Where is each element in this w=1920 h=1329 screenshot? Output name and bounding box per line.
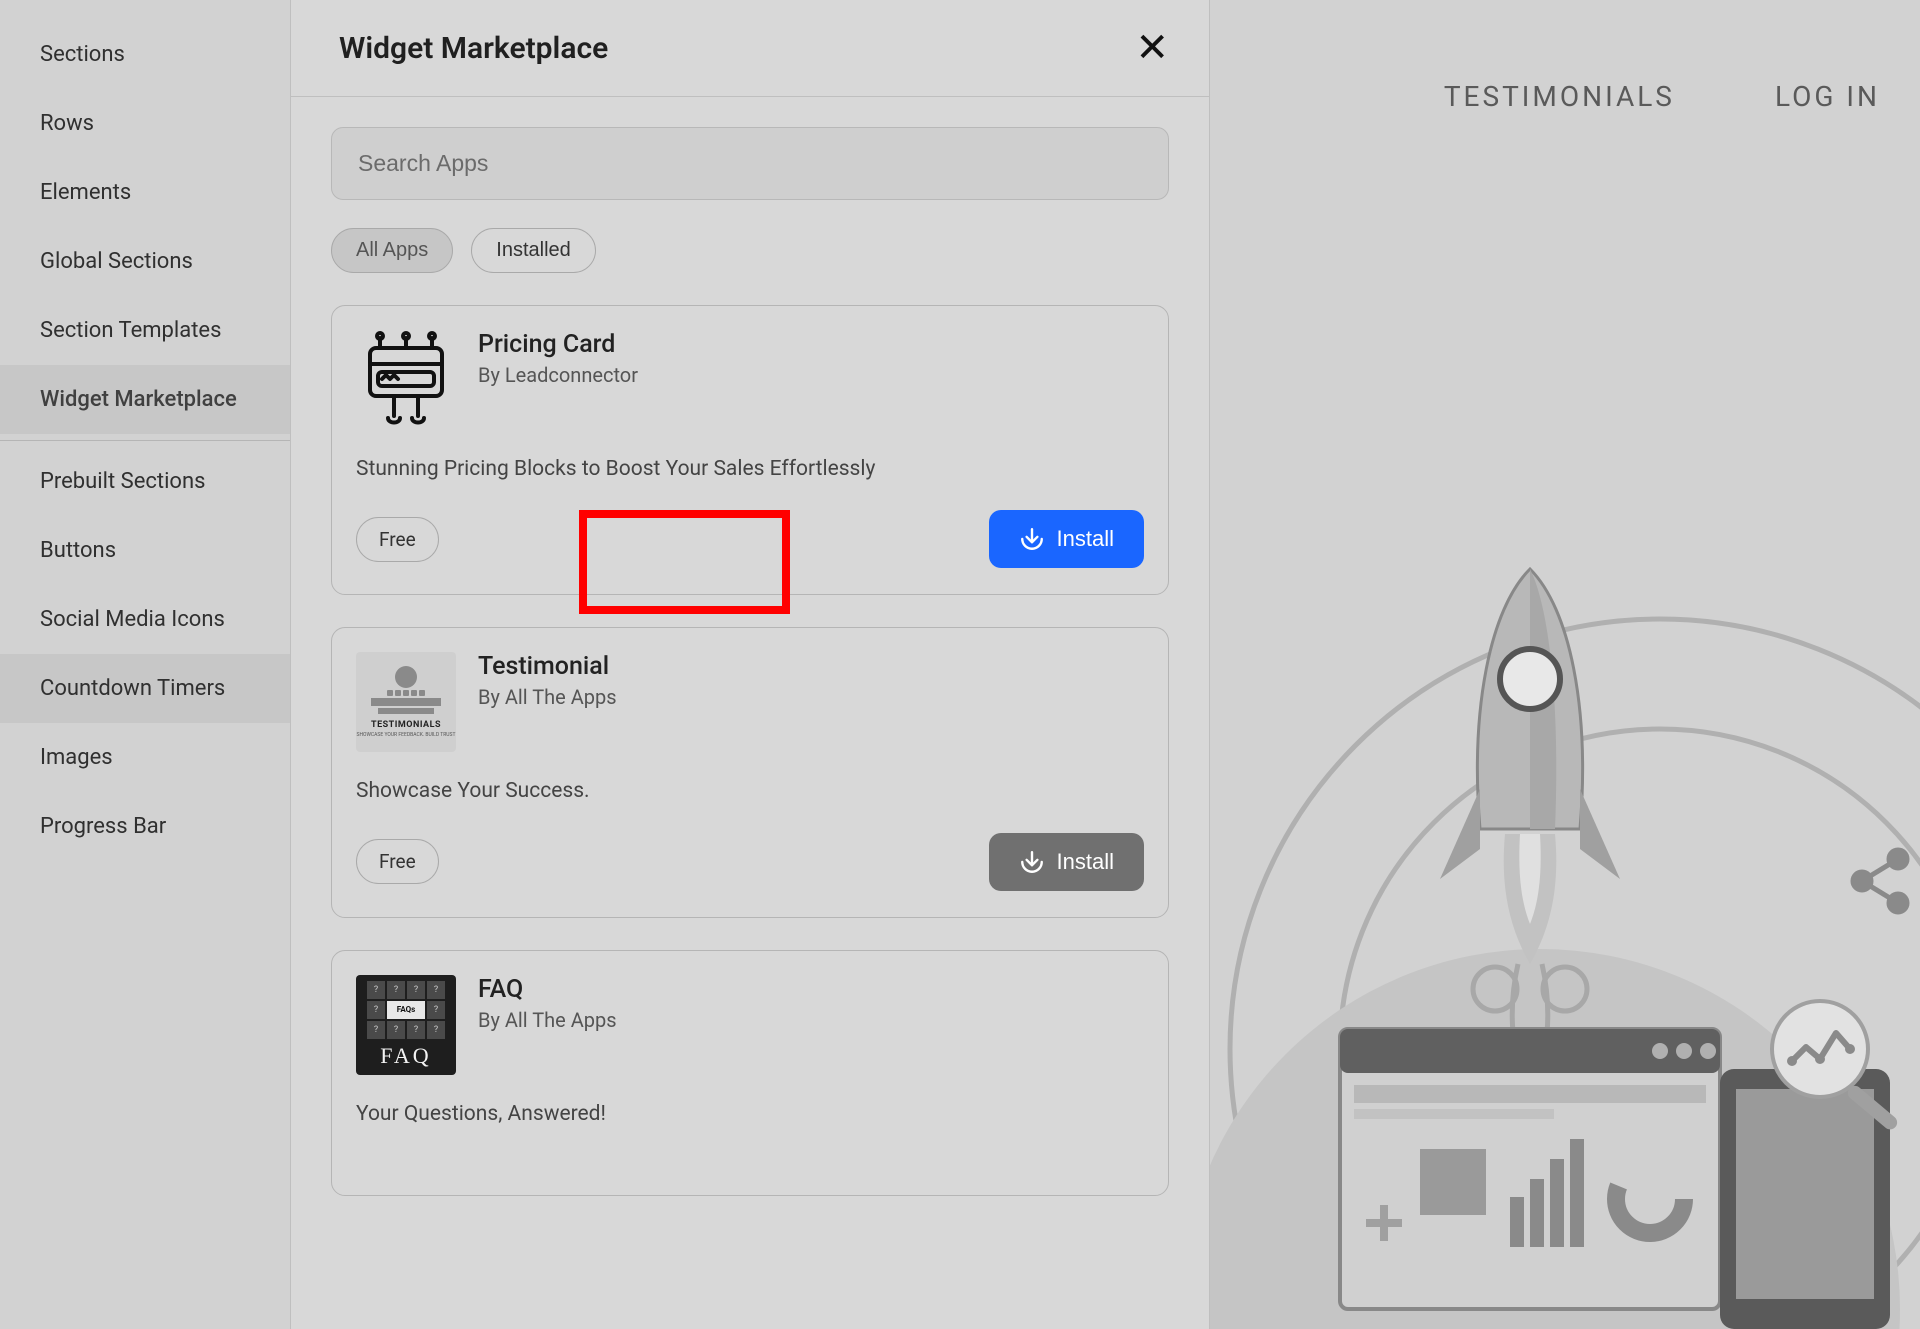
testimonial-card-icon: TESTIMONIALS SHOWCASE YOUR FEEDBACK. BUI… [356, 652, 456, 752]
app-author: By All The Apps [478, 685, 617, 709]
download-icon [1019, 526, 1045, 552]
price-badge: Free [356, 839, 439, 884]
app-card-pricing-card[interactable]: Pricing Card By Leadconnector Stunning P… [331, 305, 1169, 595]
panel-header: Widget Marketplace ✕ [291, 0, 1209, 97]
widget-marketplace-panel: Widget Marketplace ✕ All Apps Installed [290, 0, 1210, 1329]
install-label: Install [1057, 526, 1114, 552]
app-author: By All The Apps [478, 1008, 617, 1032]
install-label: Install [1057, 849, 1114, 875]
panel-body: All Apps Installed [291, 97, 1209, 1226]
sidebar-item-countdown-timers[interactable]: Countdown Timers [0, 654, 290, 723]
panel-title: Widget Marketplace [339, 31, 608, 66]
sidebar-item-progress-bar[interactable]: Progress Bar [0, 792, 290, 861]
app-title: FAQ [478, 975, 617, 1004]
nav-login[interactable]: LOG IN [1775, 80, 1880, 113]
filter-installed[interactable]: Installed [471, 228, 596, 273]
filter-row: All Apps Installed [331, 228, 1169, 273]
faq-card-icon: ? ? ? ? ? FAQs ? ? ? ? ? FAQ [356, 975, 456, 1075]
download-icon [1019, 849, 1045, 875]
close-button[interactable]: ✕ [1135, 28, 1169, 68]
background-top-nav: TESTIMONIALS LOG IN [1444, 80, 1880, 113]
sidebar: Sections Rows Elements Global Sections S… [0, 0, 290, 1329]
install-button[interactable]: Install [989, 510, 1144, 568]
sidebar-item-social-media-icons[interactable]: Social Media Icons [0, 585, 290, 654]
sidebar-divider [0, 440, 290, 441]
sidebar-item-widget-marketplace[interactable]: Widget Marketplace [0, 365, 290, 434]
app-card-testimonial[interactable]: TESTIMONIALS SHOWCASE YOUR FEEDBACK. BUI… [331, 627, 1169, 917]
sidebar-item-rows[interactable]: Rows [0, 89, 290, 158]
filter-all-apps[interactable]: All Apps [331, 228, 453, 273]
rocket-illustration [1140, 429, 1920, 1329]
search-input[interactable] [331, 127, 1169, 200]
app-description: Stunning Pricing Blocks to Boost Your Sa… [356, 454, 1144, 484]
nav-testimonials[interactable]: TESTIMONIALS [1444, 80, 1675, 113]
sidebar-item-global-sections[interactable]: Global Sections [0, 227, 290, 296]
close-icon: ✕ [1135, 26, 1169, 70]
sidebar-item-sections[interactable]: Sections [0, 20, 290, 89]
app-description: Showcase Your Success. [356, 776, 1144, 806]
app-card-faq[interactable]: ? ? ? ? ? FAQs ? ? ? ? ? FAQ [331, 950, 1169, 1196]
app-title: Testimonial [478, 652, 617, 681]
sidebar-item-section-templates[interactable]: Section Templates [0, 296, 290, 365]
app-author: By Leadconnector [478, 363, 638, 387]
sidebar-item-elements[interactable]: Elements [0, 158, 290, 227]
app-description: Your Questions, Answered! [356, 1099, 1144, 1129]
app-title: Pricing Card [478, 330, 638, 359]
sidebar-item-buttons[interactable]: Buttons [0, 516, 290, 585]
sidebar-item-prebuilt-sections[interactable]: Prebuilt Sections [0, 447, 290, 516]
price-badge: Free [356, 517, 439, 562]
sidebar-item-images[interactable]: Images [0, 723, 290, 792]
pricing-card-icon [356, 330, 456, 430]
install-button[interactable]: Install [989, 833, 1144, 891]
